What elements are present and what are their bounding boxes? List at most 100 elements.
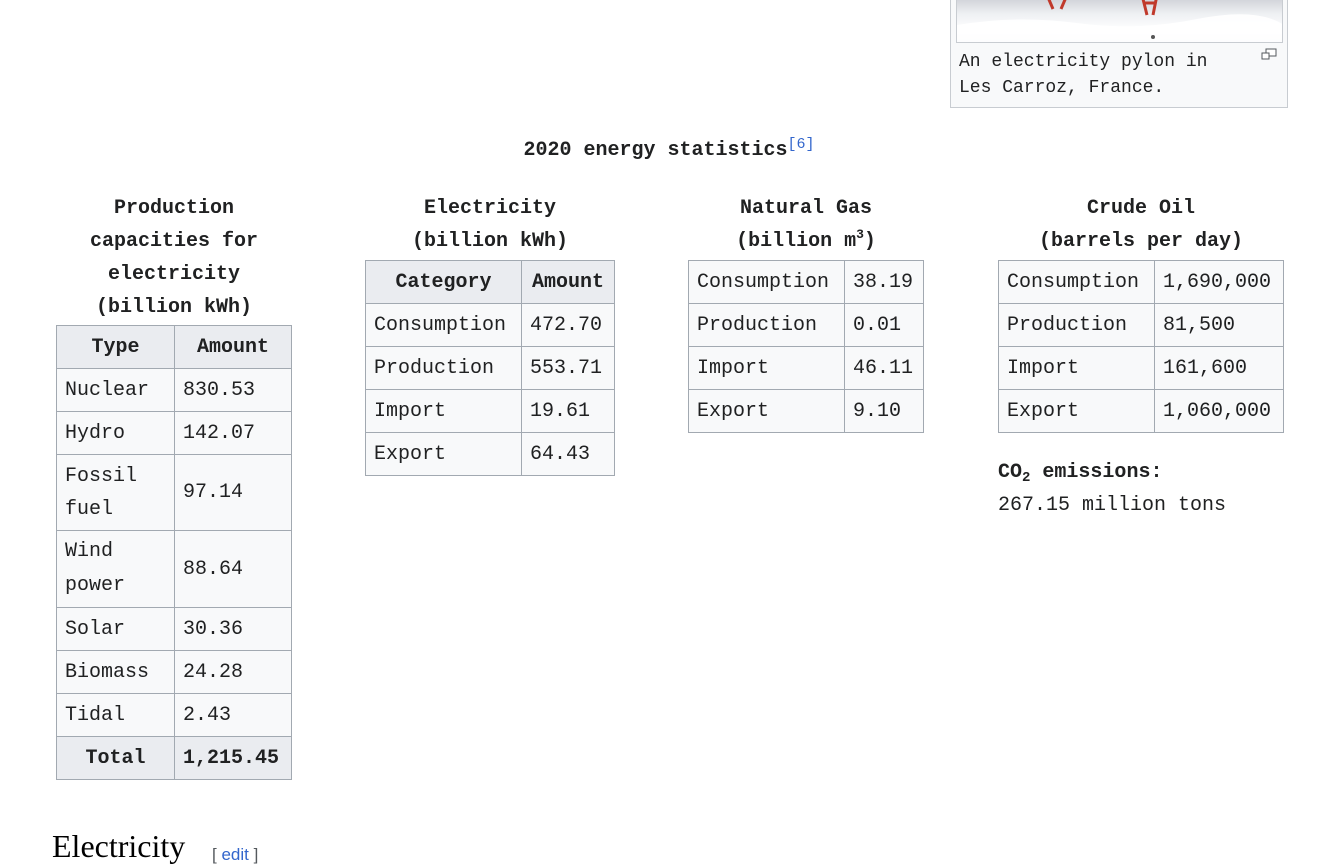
co2-label-text: CO [998, 461, 1023, 484]
table-row: Import 161,600 [998, 346, 1284, 390]
cell-amount: 64.43 [521, 432, 615, 476]
co2-label-suffix: emissions: [1030, 461, 1163, 484]
reference-link[interactable]: [6] [788, 136, 815, 153]
cell-category: Import [688, 346, 845, 390]
column-header: Type [56, 325, 175, 369]
section-heading: Electricity [52, 828, 186, 864]
cell-amount: 161,600 [1154, 346, 1284, 390]
cell-amount: 97.14 [174, 454, 292, 531]
table-row: Production 0.01 [688, 303, 924, 347]
cell-category: Consumption [688, 260, 845, 304]
gas-caption: Natural Gas (billion m3) [688, 192, 924, 258]
cell-category: Production [998, 303, 1155, 347]
table-row: Consumption 1,690,000 [998, 260, 1284, 304]
cell-type: Tidal [56, 693, 175, 737]
oil-caption-line1: Crude Oil [1086, 197, 1196, 220]
cell-amount: 46.11 [844, 346, 924, 390]
stats-title: 2020 energy statistics[6] [0, 136, 1338, 162]
production-block: Production capacities for electricity (b… [56, 192, 292, 780]
cell-category: Import [365, 389, 522, 433]
table-header-row: Category Amount [365, 260, 615, 304]
co2-label: CO2 emissions: [998, 456, 1226, 489]
gas-table: Consumption 38.19 Production 0.01 Import 46… [688, 260, 924, 433]
gas-unit-exponent: 3 [856, 227, 864, 242]
gas-unit-text: (billion m [736, 230, 857, 253]
electricity-table: Category Amount Consumption 472.70 Produc… [365, 260, 615, 476]
table-row: Production 81,500 [998, 303, 1284, 347]
column-header: Amount [174, 325, 292, 369]
cell-category: Production [688, 303, 845, 347]
gas-unit-close: ) [863, 230, 876, 253]
cell-amount: 9.10 [844, 389, 924, 433]
cell-category: Consumption [998, 260, 1155, 304]
pylon-image[interactable] [956, 0, 1283, 43]
table-row: Production 553.71 [365, 346, 615, 390]
cell-amount: 553.71 [521, 346, 615, 390]
cell-amount: 142.07 [174, 411, 292, 455]
table-header-row: Type Amount [56, 325, 292, 369]
table-row: Consumption 38.19 [688, 260, 924, 304]
cell-amount: 472.70 [521, 303, 615, 347]
cell-amount: 88.64 [174, 530, 292, 608]
cell-amount: 0.01 [844, 303, 924, 347]
column-header: Amount [521, 260, 615, 304]
electricity-caption-line1: Electricity [423, 197, 557, 220]
cell-amount: 1,060,000 [1154, 389, 1284, 433]
cell-type: Hydro [56, 411, 175, 455]
edit-bracket-close: ] [248, 845, 259, 864]
table-row: Solar 30.36 [56, 607, 292, 651]
electricity-block: Electricity (billion kWh) Category Amoun… [365, 192, 615, 476]
cell-category: Import [998, 346, 1155, 390]
table-row: Nuclear 830.53 [56, 368, 292, 412]
table-row: Export 9.10 [688, 389, 924, 433]
stats-title-text: 2020 energy statistics [523, 139, 788, 162]
cell-category: Export [998, 389, 1155, 433]
production-table: Type Amount Nuclear 830.53 Hydro 142.07 Fo… [56, 325, 292, 780]
co2-value: 267.15 million tons [998, 494, 1227, 517]
thumbnail-figure: An electricity pylon in Les Carroz, Fran… [950, 0, 1288, 108]
production-caption: Production capacities for electricity (b… [89, 197, 259, 319]
table-row: Export 1,060,000 [998, 389, 1284, 433]
edit-section: [ edit ] [212, 845, 258, 865]
gas-caption-line1: Natural Gas [739, 197, 873, 220]
cell-type: Nuclear [56, 368, 175, 412]
table-row: Wind power 88.64 [56, 530, 292, 608]
table-row: Hydro 142.07 [56, 411, 292, 455]
oil-caption-line2: (barrels per day) [1038, 230, 1244, 253]
cell-amount: 38.19 [844, 260, 924, 304]
cell-amount: 830.53 [174, 368, 292, 412]
enlarge-icon[interactable] [1261, 47, 1277, 60]
cell-type: Biomass [56, 650, 175, 694]
cell-type: Fossil fuel [56, 454, 175, 531]
cell-category: Production [365, 346, 522, 390]
table-row: Tidal 2.43 [56, 693, 292, 737]
oil-table: Consumption 1,690,000 Production 81,500 Im… [998, 260, 1284, 433]
co2-emissions: CO2 emissions: 267.15 million tons [998, 456, 1226, 522]
cell-amount: 24.28 [174, 650, 292, 694]
edit-link[interactable]: edit [221, 845, 248, 864]
cell-amount: 2.43 [174, 693, 292, 737]
gas-block: Natural Gas (billion m3) Consumption 38.1… [688, 192, 924, 433]
total-row: Total 1,215.45 [56, 736, 292, 780]
oil-caption: Crude Oil (barrels per day) [998, 192, 1284, 258]
table-row: Fossil fuel 97.14 [56, 454, 292, 531]
electricity-caption: Electricity (billion kWh) [365, 192, 615, 258]
oil-block: Crude Oil (barrels per day) Consumption 1… [998, 192, 1284, 433]
column-header: Category [365, 260, 522, 304]
table-row: Export 64.43 [365, 432, 615, 476]
table-row: Import 46.11 [688, 346, 924, 390]
cell-type: Solar [56, 607, 175, 651]
total-value: 1,215.45 [174, 736, 292, 780]
table-row: Biomass 24.28 [56, 650, 292, 694]
cell-category: Export [688, 389, 845, 433]
gas-caption-line2: (billion m3) [688, 225, 924, 258]
cell-amount: 81,500 [1154, 303, 1284, 347]
cell-amount: 19.61 [521, 389, 615, 433]
cell-category: Consumption [365, 303, 522, 347]
total-label: Total [56, 736, 175, 780]
cell-amount: 30.36 [174, 607, 292, 651]
electricity-caption-line2: (billion kWh) [411, 230, 569, 253]
table-row: Consumption 472.70 [365, 303, 615, 347]
table-row: Import 19.61 [365, 389, 615, 433]
cell-category: Export [365, 432, 522, 476]
